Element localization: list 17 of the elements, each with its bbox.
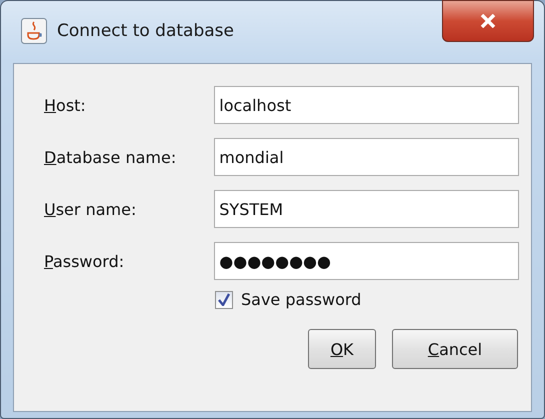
java-cup-icon [21,18,47,44]
checkbox-label: Save password [241,290,362,309]
dialog-button[interactable]: OK [308,329,376,369]
window-title: Connect to database [57,21,234,41]
close-button[interactable] [442,0,534,42]
dialog-button[interactable]: Cancel [392,329,518,369]
field-label: Password: [44,252,126,270]
text-field[interactable]: mondial [214,138,519,176]
text-field[interactable]: localhost [214,86,519,124]
text-field[interactable]: ●●●●●●●● [214,242,519,280]
text-field[interactable]: SYSTEM [214,190,519,228]
check-icon [218,293,230,306]
field-label: User name: [44,200,138,218]
close-icon [480,14,496,28]
field-label: Host: [44,96,87,114]
field-label: Database name: [44,148,178,166]
checkbox[interactable] [215,290,233,308]
